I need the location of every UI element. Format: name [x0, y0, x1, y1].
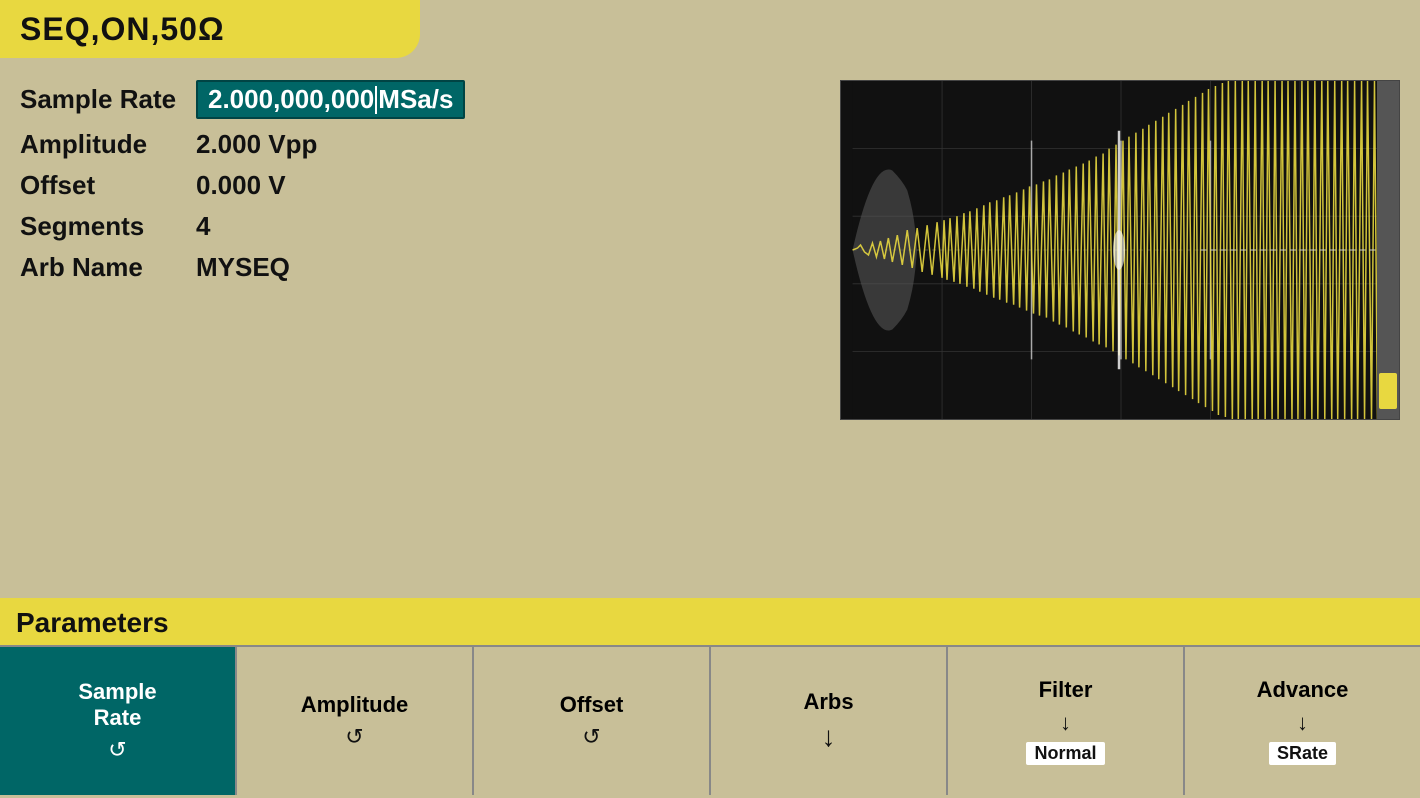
sample-rate-input[interactable]: 2.000,000,000MSa/s [196, 80, 465, 119]
btn-filter-label: Filter [1039, 677, 1093, 703]
btn-offset-label: Offset [560, 692, 624, 718]
waveform-svg [841, 81, 1399, 419]
offset-label: Offset [20, 170, 180, 201]
arrow-down-advance: ↓ [1297, 710, 1308, 736]
btn-sample-rate[interactable]: SampleRate ↺ [0, 647, 237, 795]
btn-advance[interactable]: Advance ↓ SRate [1185, 647, 1420, 795]
main-area: Sample Rate 2.000,000,000MSa/s Amplitude… [0, 0, 1420, 598]
bottom-buttons: SampleRate ↺ Amplitude ↺ Offset ↺ Arbs ↓… [0, 645, 1420, 795]
arrow-down-filter: ↓ [1060, 710, 1071, 736]
btn-amplitude[interactable]: Amplitude ↺ [237, 647, 474, 795]
scroll-thumb[interactable] [1379, 373, 1397, 409]
btn-amplitude-label: Amplitude [301, 692, 409, 718]
segments-value: 4 [196, 211, 210, 242]
arb-name-row: Arb Name MYSEQ [20, 252, 816, 283]
amplitude-value: 2.000 Vpp [196, 129, 317, 160]
rotate-icon-sample-rate: ↺ [108, 737, 126, 763]
segments-row: Segments 4 [20, 211, 816, 242]
sample-rate-label: Sample Rate [20, 84, 180, 115]
waveform-display [840, 80, 1400, 420]
parameters-header: Parameters [0, 601, 1420, 645]
arrow-down-arbs: ↓ [822, 721, 836, 753]
btn-filter[interactable]: Filter ↓ Normal [948, 647, 1185, 795]
arb-name-label: Arb Name [20, 252, 180, 283]
rotate-icon-offset: ↺ [582, 724, 600, 750]
header-tab: SEQ,ON,50Ω [0, 0, 420, 58]
btn-arbs[interactable]: Arbs ↓ [711, 647, 948, 795]
offset-row: Offset 0.000 V [20, 170, 816, 201]
text-cursor [375, 86, 377, 114]
rotate-icon-amplitude: ↺ [345, 724, 363, 750]
btn-offset[interactable]: Offset ↺ [474, 647, 711, 795]
info-panel: Sample Rate 2.000,000,000MSa/s Amplitude… [20, 70, 816, 598]
amplitude-row: Amplitude 2.000 Vpp [20, 129, 816, 160]
btn-advance-sublabel: SRate [1269, 742, 1336, 765]
amplitude-label: Amplitude [20, 129, 180, 160]
btn-advance-label: Advance [1257, 677, 1349, 703]
parameters-title: Parameters [16, 607, 169, 639]
sample-rate-row: Sample Rate 2.000,000,000MSa/s [20, 80, 816, 119]
header-title: SEQ,ON,50Ω [20, 11, 225, 48]
segments-label: Segments [20, 211, 180, 242]
parameters-section: Parameters SampleRate ↺ Amplitude ↺ Offs… [0, 598, 1420, 798]
btn-arbs-label: Arbs [803, 689, 853, 715]
sample-rate-value: 2.000,000,000 [208, 84, 374, 115]
btn-sample-rate-label: SampleRate [78, 679, 156, 732]
btn-filter-sublabel: Normal [1026, 742, 1104, 765]
offset-value: 0.000 V [196, 170, 286, 201]
arb-name-value: MYSEQ [196, 252, 290, 283]
waveform-scrollbar[interactable] [1377, 81, 1399, 419]
sample-rate-unit: MSa/s [378, 84, 453, 115]
